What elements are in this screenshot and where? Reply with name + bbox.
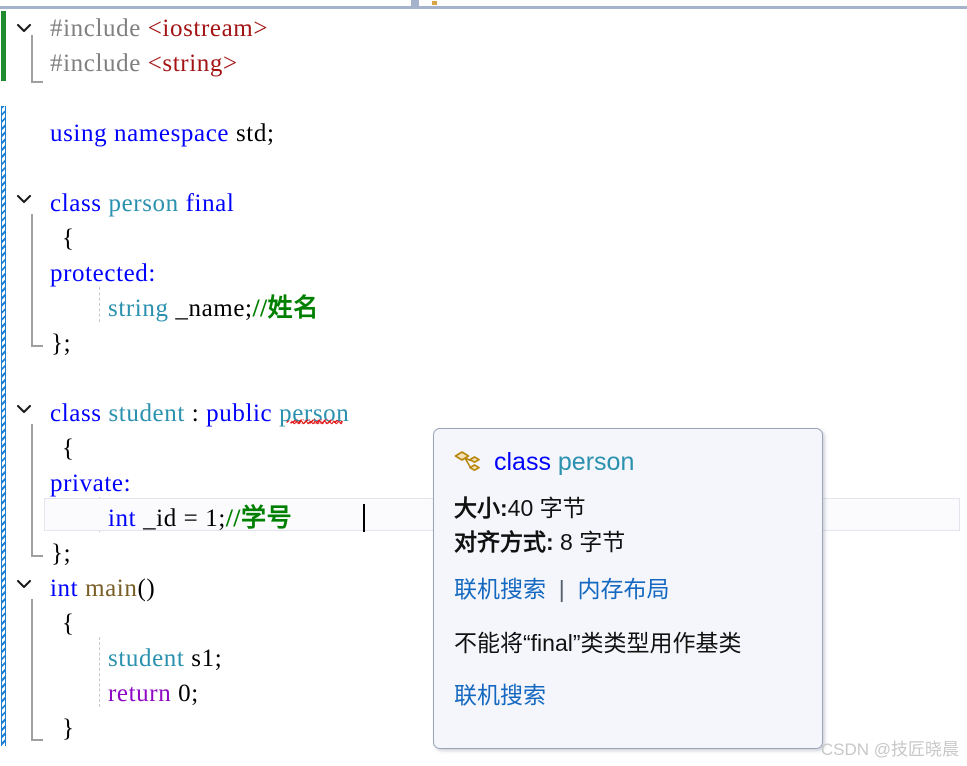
code-line-16[interactable]: }; [51, 536, 71, 571]
quick-info-tooltip[interactable]: class person 大小:40 字节 对齐方式: 8 字节 联机搜索 | … [433, 428, 823, 749]
token-brace-close-student: }; [51, 540, 72, 567]
tooltip-title-keyword: class [494, 447, 558, 476]
token-type-int: int [108, 505, 137, 532]
token-header-iostream: <iostream> [147, 15, 269, 42]
token-include-directive-2: #include [50, 50, 148, 77]
tooltip-links-row: 联机搜索 | 内存布局 [454, 573, 804, 605]
code-editor-window: #include <iostream> #include <string> us… [0, 0, 967, 766]
code-line-6[interactable]: class person final [50, 186, 234, 221]
code-line-15[interactable]: int _id = 1;//学号 [108, 501, 292, 536]
code-line-17[interactable]: int main() [50, 571, 155, 606]
memory-layout-link[interactable]: 内存布局 [578, 576, 670, 602]
token-using: using [50, 120, 108, 147]
code-line-7[interactable]: { [62, 221, 75, 256]
code-line-19[interactable]: student s1; [108, 641, 222, 676]
tooltip-align-row: 对齐方式: 8 字节 [454, 525, 804, 559]
code-line-12[interactable]: class student : public person [50, 396, 349, 431]
token-private-access: private: [50, 470, 132, 497]
token-function-main: main [85, 575, 138, 602]
token-protected-access: protected: [50, 260, 156, 287]
watermark-text: CSDN @技匠晓晨 [820, 740, 959, 759]
online-search-link-2[interactable]: 联机搜索 [454, 682, 546, 708]
chevron-down-icon[interactable] [432, 1, 437, 5]
token-type-string: string [108, 295, 169, 322]
token-brace-open-person: { [62, 225, 75, 252]
tooltip-error-message: 不能将“final”类类型用作基类 [454, 630, 742, 656]
tooltip-size-label: 大小: [454, 495, 508, 521]
token-variable-s1: s1; [191, 645, 223, 672]
token-class-name-person: person [108, 190, 179, 217]
code-line-4[interactable]: using namespace std; [50, 116, 275, 151]
tooltip-title-name: person [557, 447, 635, 476]
token-class-keyword-2: class [50, 400, 102, 427]
code-line-14[interactable]: private: [50, 466, 131, 501]
tooltip-metrics-block: 大小:40 字节 对齐方式: 8 字节 [454, 491, 804, 559]
tooltip-align-label: 对齐方式: [454, 529, 554, 555]
code-line-8[interactable]: protected: [50, 256, 156, 291]
code-line-2[interactable]: #include <string> [50, 46, 238, 81]
token-type-int-main: int [50, 575, 79, 602]
code-line-21[interactable]: } [62, 711, 75, 746]
token-final-specifier: final [185, 190, 235, 217]
online-search-link[interactable]: 联机搜索 [454, 576, 546, 602]
code-line-18[interactable]: { [62, 606, 75, 641]
tooltip-title: class person [494, 448, 634, 477]
token-return-keyword: return [108, 680, 172, 707]
token-comment-name: //姓名 [252, 295, 319, 322]
token-brace-close-main: } [62, 715, 75, 742]
token-member-name: _name; [175, 295, 253, 322]
token-comment-id: //学号 [225, 505, 293, 532]
token-include-directive: #include [50, 15, 148, 42]
token-brace-open-student: { [62, 435, 75, 462]
token-header-string: <string> [147, 50, 238, 77]
code-line-1[interactable]: #include <iostream> [50, 11, 268, 46]
editor-navigation-bar [0, 0, 967, 9]
tooltip-link-separator: | [546, 576, 578, 602]
text-cursor-caret [363, 504, 365, 532]
code-line-9[interactable]: string _name;//姓名 [108, 291, 319, 326]
token-literal-zero: 0; [178, 680, 199, 707]
code-editing-surface[interactable]: #include <iostream> #include <string> us… [0, 9, 967, 766]
tooltip-links-row-2: 联机搜索 [454, 679, 804, 711]
token-literal-one: 1; [205, 505, 226, 532]
token-namespace: namespace [114, 120, 230, 147]
tooltip-size-row: 大小:40 字节 [454, 491, 804, 525]
tooltip-align-value: 8 字节 [553, 529, 626, 555]
token-brace-open-main: { [62, 610, 75, 637]
token-main-parens: () [137, 575, 156, 602]
tooltip-title-row: class person [454, 443, 804, 481]
token-public-access: public [206, 400, 273, 427]
code-line-10[interactable]: }; [51, 326, 71, 361]
token-member-id: _id [143, 505, 177, 532]
token-brace-close-person: }; [51, 330, 72, 357]
token-base-class-person-error[interactable]: person [279, 400, 349, 427]
tooltip-size-value: 40 字节 [507, 495, 586, 521]
code-line-13[interactable]: { [62, 431, 75, 466]
token-class-keyword: class [50, 190, 102, 217]
code-line-20[interactable]: return 0; [108, 676, 199, 711]
token-type-student-decl: student [108, 645, 185, 672]
token-class-name-student: student [108, 400, 185, 427]
token-assign-operator: = [183, 505, 199, 532]
token-std: std; [235, 120, 275, 147]
class-icon [454, 449, 484, 475]
